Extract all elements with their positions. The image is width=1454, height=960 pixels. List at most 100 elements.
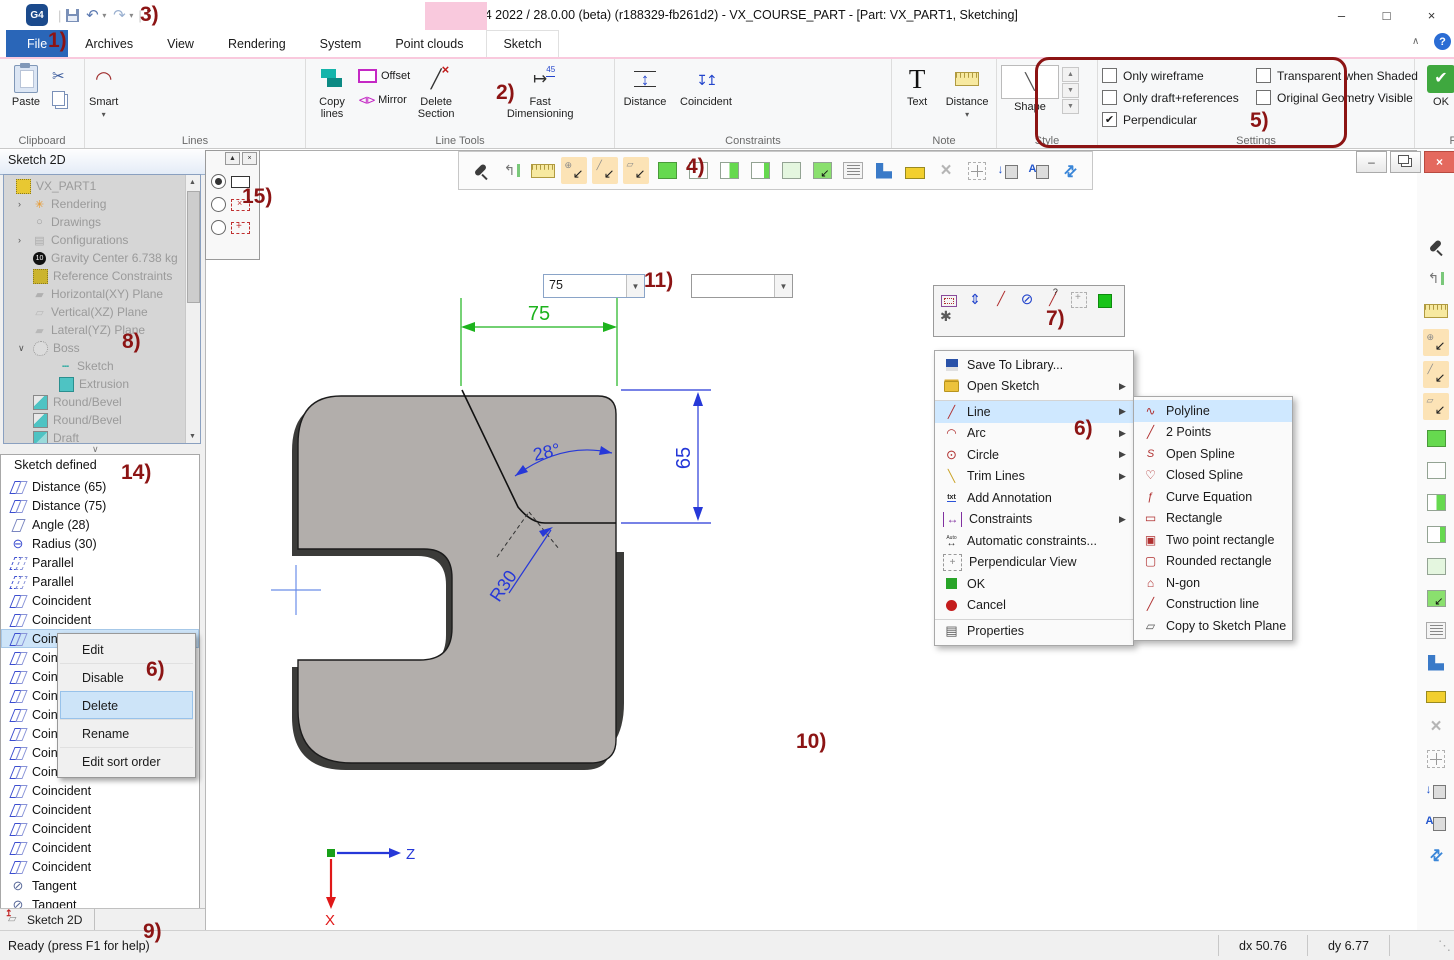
view-tool-icon[interactable]: [654, 157, 680, 184]
constraint-item[interactable]: Coincident: [1, 838, 199, 857]
constraint-item[interactable]: Coincident: [1, 819, 199, 838]
view-tool-icon[interactable]: [468, 157, 494, 184]
quick-tool-icon[interactable]: [1044, 290, 1062, 308]
line-tool-icon[interactable]: [122, 61, 146, 86]
constraint-item[interactable]: Parallel: [1, 553, 199, 572]
quick-tool-icon[interactable]: [1096, 290, 1114, 308]
context-menu-item[interactable]: Arc ▶: [935, 423, 1133, 445]
dimension-value-combo[interactable]: 75 ▼: [543, 274, 645, 298]
context-menu-item[interactable]: Edit sort order: [60, 747, 193, 775]
view-tool-icon[interactable]: [1423, 489, 1449, 516]
scrollbar-thumb[interactable]: [187, 191, 200, 303]
copy-icon[interactable]: [52, 91, 69, 109]
tree-item[interactable]: Drawings: [4, 213, 185, 231]
paste-button[interactable]: Paste: [4, 61, 48, 108]
context-menu-item[interactable]: Constraints ▶: [935, 509, 1133, 531]
view-tool-icon[interactable]: [1423, 681, 1449, 708]
menu-item[interactable]: View: [150, 30, 211, 57]
line-tool-icon[interactable]: [252, 61, 276, 86]
line-tool-icon[interactable]: [226, 86, 250, 111]
line-tool-icon[interactable]: [174, 86, 198, 111]
submenu-item[interactable]: Construction line: [1134, 594, 1292, 616]
constraint-item[interactable]: Distance (65): [1, 477, 199, 496]
line-tool-icon[interactable]: [148, 61, 172, 86]
constraint-tool-icon[interactable]: [846, 94, 867, 119]
constraint-item[interactable]: Tangent: [1, 876, 199, 895]
view-tool-icon[interactable]: [1423, 457, 1449, 484]
view-tool-icon[interactable]: [995, 157, 1021, 184]
view-tool-icon[interactable]: [1026, 157, 1052, 184]
menu-item[interactable]: Sketch: [486, 30, 558, 57]
tree-item[interactable]: Reference Constraints: [4, 267, 185, 285]
view-tool-icon[interactable]: [1423, 649, 1449, 676]
submenu-item[interactable]: Two point rectangle: [1134, 529, 1292, 551]
view-tool-icon[interactable]: [1423, 553, 1449, 580]
dimension-tolerance-combo[interactable]: ▼: [691, 274, 793, 298]
context-menu-item[interactable]: Add Annotation: [935, 487, 1133, 509]
line-tool-icon[interactable]: [200, 61, 224, 86]
tree-expand-icon[interactable]: ›: [18, 199, 33, 209]
constraint-tool-icon[interactable]: [783, 94, 804, 119]
tree-item[interactable]: Sketch: [4, 357, 185, 375]
line-tool-icon[interactable]: [122, 86, 146, 111]
view-tool-icon[interactable]: [1423, 393, 1449, 420]
submenu-item[interactable]: N-gon: [1134, 572, 1292, 594]
line-tool-icon[interactable]: [252, 86, 276, 111]
submenu-item[interactable]: Closed Spline: [1134, 465, 1292, 487]
constraint-item[interactable]: Distance (75): [1, 496, 199, 515]
view-tool-icon[interactable]: [747, 157, 773, 184]
offset-button[interactable]: Offset: [358, 67, 410, 85]
mirror-button[interactable]: Mirror: [358, 91, 410, 109]
tree-expand-icon[interactable]: ›: [18, 235, 33, 245]
tree-item[interactable]: Draft: [4, 429, 185, 444]
submenu-item[interactable]: Curve Equation: [1134, 486, 1292, 508]
redo-dropdown-icon[interactable]: ▾: [129, 11, 133, 20]
quick-tool-icon[interactable]: [940, 290, 958, 308]
menu-item[interactable]: Archives: [68, 30, 150, 57]
submenu-item[interactable]: Open Spline: [1134, 443, 1292, 465]
view-tool-icon[interactable]: [964, 157, 990, 184]
constraint-item[interactable]: Coincident: [1, 800, 199, 819]
view-tool-icon[interactable]: [778, 157, 804, 184]
tree-item[interactable]: VX_PART1: [4, 177, 185, 195]
constraint-item[interactable]: Coincident: [1, 781, 199, 800]
context-menu-item[interactable]: Trim Lines ▶: [935, 466, 1133, 488]
context-menu-item[interactable]: Edit: [60, 636, 193, 663]
line-tool-icon[interactable]: [226, 61, 250, 86]
constraint-tool-icon[interactable]: [804, 69, 825, 94]
quick-tool-icon[interactable]: [992, 290, 1010, 308]
constraint-tool-icon[interactable]: [825, 69, 846, 94]
constraint-tool-icon[interactable]: [762, 69, 783, 94]
chevron-down-icon[interactable]: ▼: [626, 275, 644, 297]
line-tool-icon[interactable]: [174, 61, 198, 86]
quick-tool-icon[interactable]: [966, 290, 984, 308]
note-distance-button[interactable]: Distance▾: [942, 61, 992, 121]
view-tool-icon[interactable]: [1423, 329, 1449, 356]
view-tool-icon[interactable]: [1423, 233, 1449, 260]
view-tool-icon[interactable]: [1423, 617, 1449, 644]
view-tool-icon[interactable]: [1423, 585, 1449, 612]
minimize-button[interactable]: –: [1319, 0, 1364, 30]
view-tool-icon[interactable]: [1423, 297, 1449, 324]
view-tool-icon[interactable]: [1423, 361, 1449, 388]
menu-item[interactable]: Rendering: [211, 30, 303, 57]
context-menu-item[interactable]: Perpendicular View: [935, 552, 1133, 574]
redo-icon[interactable]: [111, 7, 127, 23]
tree-scrollbar[interactable]: ▲ ▼: [185, 175, 200, 443]
view-tool-icon[interactable]: [902, 157, 928, 184]
constraint-item[interactable]: Coincident: [1, 857, 199, 876]
constraint-item[interactable]: Coincident: [1, 610, 199, 629]
tree-item[interactable]: Gravity Center 6.738 kg: [4, 249, 185, 267]
gear-icon[interactable]: [940, 308, 952, 324]
context-menu-item[interactable]: Automatic constraints...: [935, 530, 1133, 552]
submenu-item[interactable]: 2 Points: [1134, 422, 1292, 444]
submenu-item[interactable]: Copy to Sketch Plane: [1134, 615, 1292, 637]
menu-item[interactable]: System: [303, 30, 379, 57]
scroll-up-icon[interactable]: ▲: [186, 175, 199, 189]
view-tool-icon[interactable]: [530, 157, 556, 184]
constraint-tool-icon[interactable]: [825, 94, 846, 119]
line-tool-icon[interactable]: [278, 86, 302, 111]
tree-expand-icon[interactable]: ∨: [18, 343, 33, 354]
constraint-item[interactable]: Parallel: [1, 572, 199, 591]
display-mode-radio[interactable]: [206, 212, 259, 235]
